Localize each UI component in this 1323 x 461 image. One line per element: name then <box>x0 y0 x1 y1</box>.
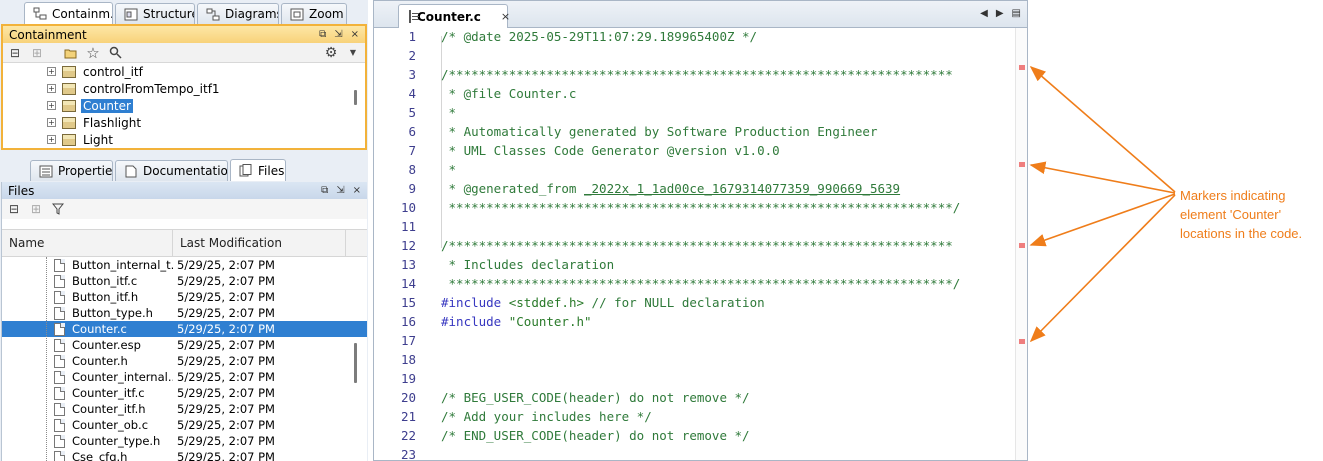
annotation-arrow <box>1029 161 1176 194</box>
annotation-arrow <box>1029 193 1176 247</box>
annotation-arrow <box>1029 194 1176 343</box>
annotation-arrow <box>1029 65 1176 193</box>
annotation-note: Markers indicating element 'Counter' loc… <box>1180 188 1303 241</box>
annotation-arrows <box>1029 65 1176 343</box>
